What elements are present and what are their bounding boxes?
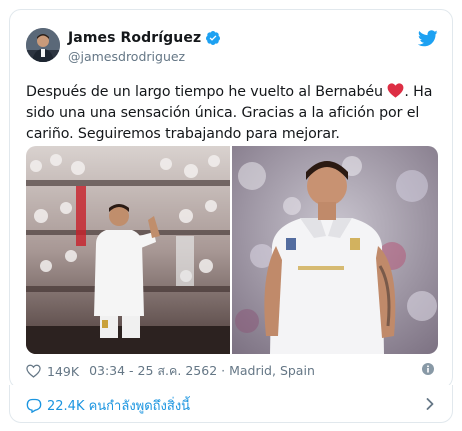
heart-outline-icon[interactable] — [26, 364, 41, 378]
verified-badge-icon — [206, 31, 221, 45]
photo-player-closeup[interactable] — [232, 146, 438, 354]
tweet-card[interactable]: James Rodríguez @jamesdrodriguez Después… — [9, 9, 453, 389]
red-heart-emoji-icon — [387, 83, 404, 98]
tweet-text-part1: Después de un largo tiempo he vuelto al … — [26, 84, 388, 100]
photo-applauding-player[interactable] — [26, 146, 230, 354]
conversation-bar[interactable]: 22.4K คนกำลังพูดถึงสิ่งนี้ — [9, 385, 453, 423]
display-name[interactable]: James Rodríguez — [68, 30, 201, 46]
tweet-media[interactable] — [26, 146, 438, 354]
tweet-text: Después de un largo tiempo he vuelto al … — [26, 82, 446, 145]
info-icon[interactable] — [422, 363, 434, 375]
like-count[interactable]: 149K — [47, 364, 79, 379]
conversation-label[interactable]: 22.4K คนกำลังพูดถึงสิ่งนี้ — [47, 395, 190, 416]
comment-icon — [26, 398, 42, 413]
handle[interactable]: @jamesdrodriguez — [68, 49, 185, 64]
tweet-meta: 149K 03:34 - 25 ส.ค. 2562 · Madrid, Spai… — [26, 361, 315, 381]
avatar[interactable] — [26, 28, 60, 62]
tweet-timestamp[interactable]: 03:34 - 25 ส.ค. 2562 · Madrid, Spain — [89, 361, 315, 381]
twitter-bird-icon[interactable] — [418, 30, 438, 47]
chevron-right-icon[interactable] — [426, 398, 434, 410]
